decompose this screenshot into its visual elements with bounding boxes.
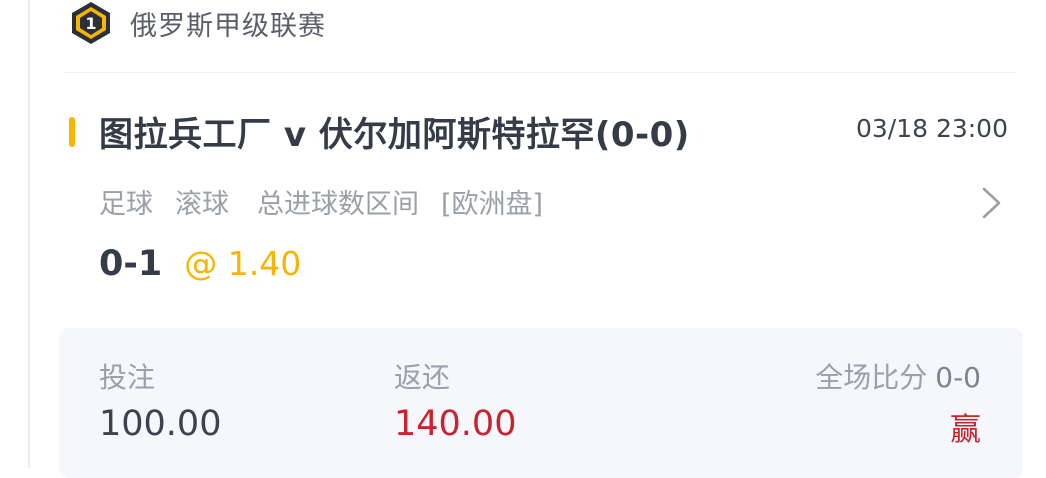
- tag-inplay: 滚球: [175, 189, 229, 220]
- return-label: 返还: [394, 361, 451, 394]
- match-time: 03/18 23:00: [855, 114, 1008, 143]
- chevron-right-icon[interactable]: [980, 186, 1004, 220]
- match-marker: [69, 117, 75, 147]
- tag-odds-format: [欧洲盘]: [441, 189, 544, 220]
- league-badge-text: 1: [85, 14, 96, 33]
- result-status: 赢: [950, 412, 981, 448]
- divider: [64, 72, 1016, 73]
- tag-sport: 足球: [99, 189, 153, 220]
- fullscore: 全场比分 0-0: [815, 356, 981, 396]
- bet-summary-panel: 投注 100.00 返还 140.00 全场比分 0-0 赢: [59, 328, 1023, 478]
- return-value: 140.00: [394, 404, 517, 444]
- league-header: 1 俄罗斯甲级联赛: [68, 0, 326, 46]
- league-badge-icon: 1: [68, 0, 114, 46]
- match-title[interactable]: 图拉兵工厂 v 伏尔加阿斯特拉罕(0-0): [99, 107, 690, 156]
- selection-value: 0-1: [99, 244, 163, 284]
- bet-selection: 0-1 @ 1.40: [99, 244, 301, 284]
- left-border: [28, 0, 30, 468]
- selection-odds: @ 1.40: [184, 244, 302, 283]
- tag-market: 总进球数区间: [257, 189, 419, 220]
- stake-label: 投注: [99, 361, 156, 394]
- stake-value: 100.00: [99, 404, 222, 444]
- bet-tags: 足球 滚球 总进球数区间 [欧洲盘]: [99, 182, 543, 221]
- fullscore-value: 0-0: [935, 361, 981, 394]
- league-name: 俄罗斯甲级联赛: [130, 10, 326, 42]
- fullscore-label: 全场比分: [815, 361, 928, 394]
